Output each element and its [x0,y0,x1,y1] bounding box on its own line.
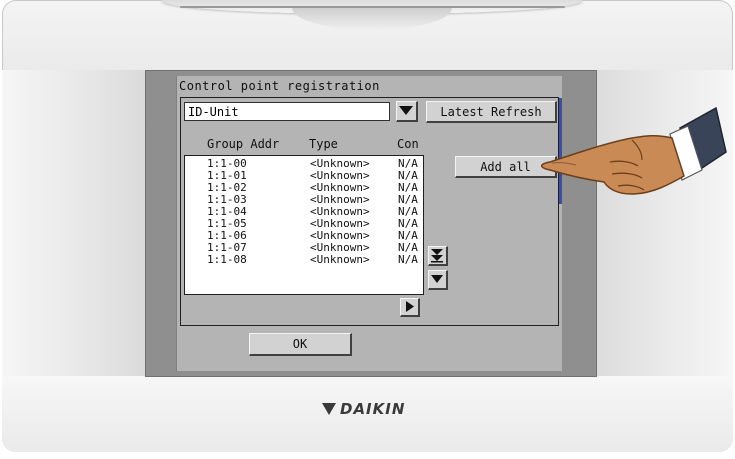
triangle-down-icon [431,275,443,283]
registration-panel: ID-Unit Latest Refresh Group Addr Type C… [180,97,559,326]
double-triangle-down-icon [431,249,443,263]
control-point-list[interactable]: 1:1-00 <Unknown> N/A 1:1-01 <Unknown> N/… [184,155,424,295]
screen: Control point registration ID-Unit Lates… [176,76,562,371]
ok-button[interactable]: OK [249,333,352,356]
daikin-logo-text: DAIKIN [340,400,406,418]
con-cell: N/A [398,253,418,266]
type-cell: <Unknown> [310,253,370,266]
column-header-type: Type [309,137,338,151]
combo-dropdown-button[interactable] [396,101,418,122]
device-top-bulge [292,8,452,30]
column-header-group-addr: Group Addr [207,137,280,151]
dialog-title: Control point registration [179,79,380,93]
scroll-right-button[interactable] [400,298,420,317]
device-left-bezel [2,70,152,376]
daikin-logo-mark [322,403,336,415]
group-addr-cell: 1:1-08 [207,253,247,266]
column-header-con: Con [397,137,419,151]
scroll-down-button[interactable] [428,270,448,290]
unit-type-combo[interactable]: ID-Unit [184,102,390,121]
pointing-hand-icon [520,100,730,210]
triangle-down-icon [399,106,413,115]
triangle-right-icon [406,301,414,312]
scroll-to-end-button[interactable] [428,246,448,266]
